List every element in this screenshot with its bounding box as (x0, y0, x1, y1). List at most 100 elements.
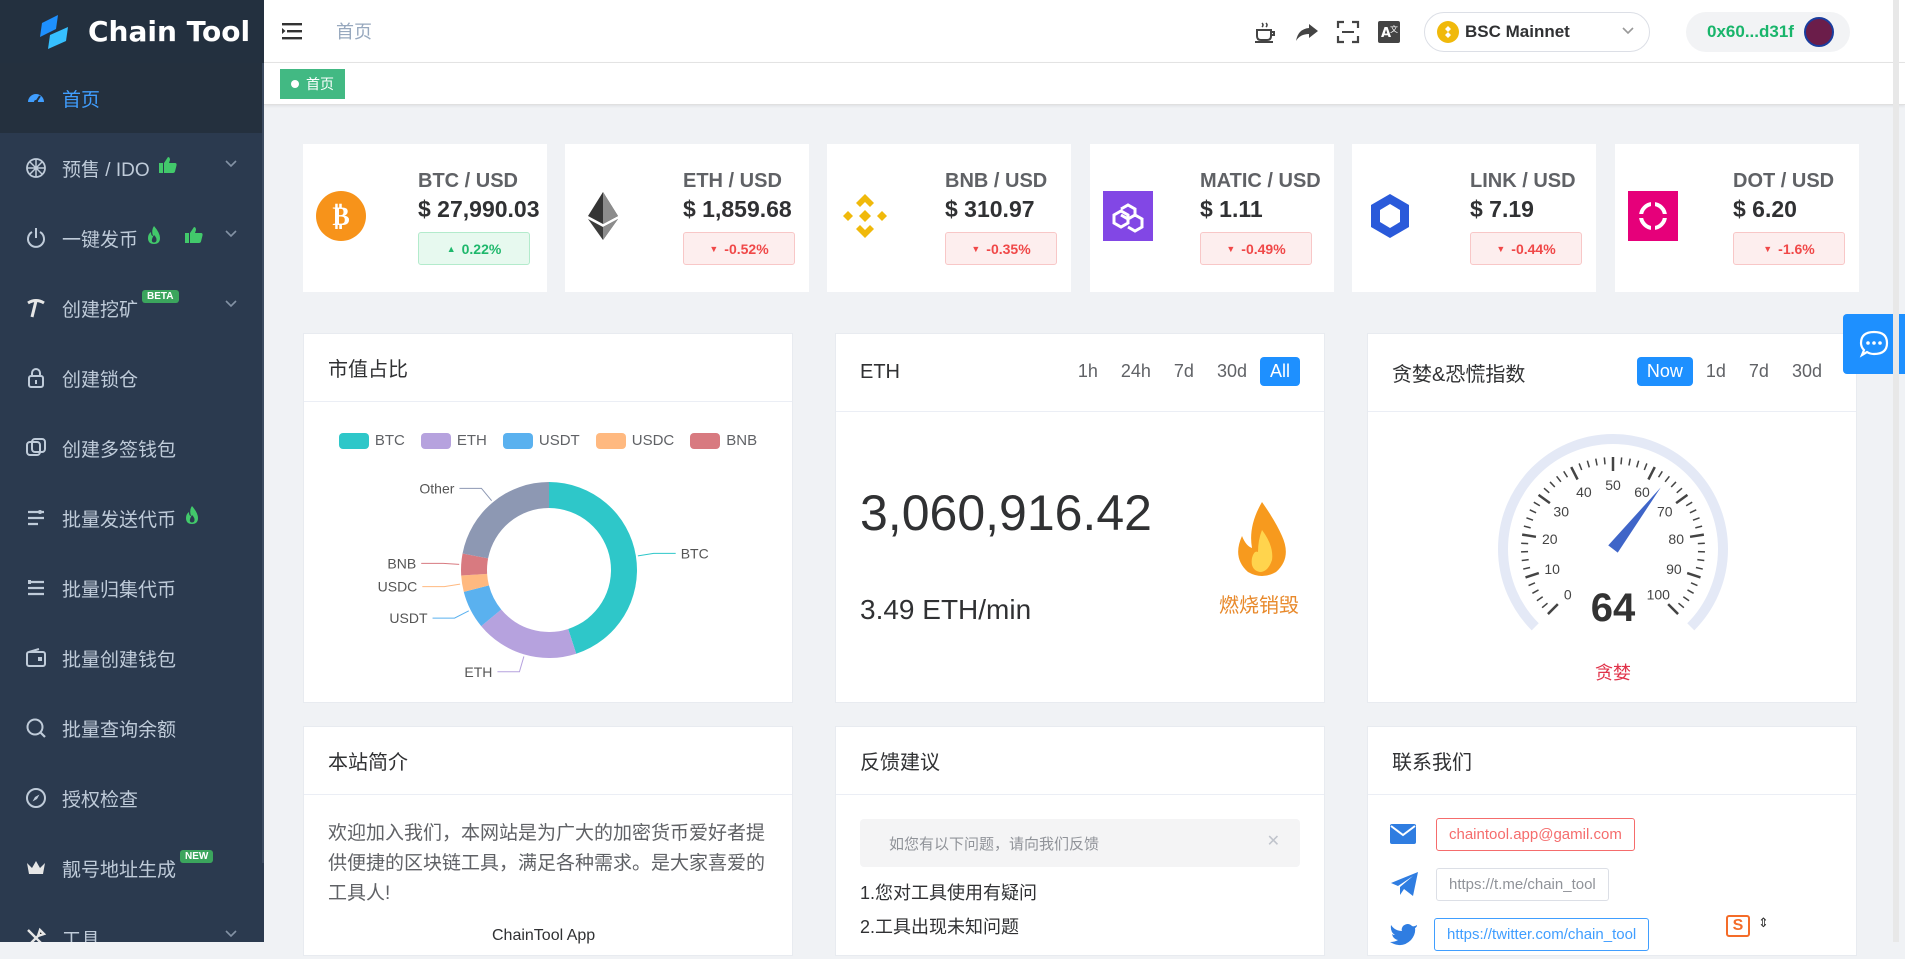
sidebar-item-1[interactable]: 预售 / IDO (0, 133, 264, 203)
burn-label: 燃烧销毁 (1219, 589, 1299, 618)
sidebar-item-label: 批量创建钱包 (62, 645, 176, 672)
legend-item[interactable]: ETH (421, 432, 487, 449)
chevron-down-icon (224, 159, 238, 169)
slice-label: USDC (378, 579, 418, 595)
legend-item[interactable]: BNB (690, 432, 757, 449)
contact-panel: 联系我们 chaintool.app@gamil.com https://t.m… (1367, 726, 1857, 956)
legend-label: BNB (726, 432, 757, 449)
wallet-button[interactable]: 0x60...d31f (1686, 12, 1850, 52)
price-card: MATIC / USD$ 1.11▼-0.49% (1090, 144, 1334, 292)
slice-label: BNB (387, 555, 416, 571)
price-value: $ 310.97 (945, 196, 1035, 223)
polygon-icon (1102, 190, 1154, 242)
gauge-tick (1571, 467, 1577, 479)
label-line (421, 563, 459, 564)
sidebar-item-8[interactable]: 批量创建钱包 (0, 623, 264, 693)
gauge-tick (1550, 482, 1555, 487)
price-change-value: -0.52% (724, 241, 768, 257)
triangle-down-icon: ▼ (971, 244, 980, 254)
sidebar-item-3[interactable]: 创建挖矿BETA (0, 273, 264, 343)
triangle-down-icon: ▼ (1496, 244, 1505, 254)
sidebar-item-0[interactable]: 首页 (0, 63, 264, 133)
price-pair: BTC / USD (418, 170, 518, 193)
translate-icon[interactable]: A文 (1375, 18, 1403, 46)
gauge-tick (1687, 573, 1700, 577)
telegram-link[interactable]: https://t.me/chain_tool (1436, 868, 1609, 901)
price-value: $ 7.19 (1470, 196, 1534, 223)
legend-swatch (596, 433, 626, 449)
sidebar-item-12[interactable]: 工具 (0, 903, 264, 942)
compass-icon (24, 786, 48, 810)
gauge-tick (1530, 510, 1536, 513)
coffee-icon[interactable] (1252, 18, 1280, 46)
legend-swatch (503, 433, 533, 449)
sidebar-item-11[interactable]: 靓号地址生成NEW (0, 833, 264, 903)
pie-slice-btc[interactable] (549, 482, 637, 654)
price-card: LINK / USD$ 7.19▼-0.44% (1352, 144, 1596, 292)
gauge-tick (1629, 459, 1630, 466)
range-option-1d[interactable]: 1d (1696, 357, 1736, 386)
tag-home[interactable]: 首页 (280, 69, 345, 99)
range-option-24h[interactable]: 24h (1111, 357, 1161, 386)
label-line (638, 553, 676, 556)
sidebar-item-label: 预售 / IDO (62, 155, 150, 182)
gauge-tick-label: 30 (1553, 503, 1569, 519)
fullscreen-icon[interactable] (1334, 18, 1362, 46)
sidebar-item-10[interactable]: 授权检查 (0, 763, 264, 833)
close-icon[interactable]: ✕ (1267, 831, 1280, 851)
share-icon[interactable] (1293, 18, 1321, 46)
bitcoin-icon: ₿ (315, 190, 367, 242)
legend-item[interactable]: USDC (596, 432, 675, 449)
feedback-item: 1.您对工具使用有疑问 (860, 879, 1300, 905)
page-scrollbar[interactable] (1893, 0, 1899, 942)
range-option-now[interactable]: Now (1637, 357, 1693, 386)
sidebar-item-2[interactable]: 一键发币 (0, 203, 264, 273)
fear-greed-panel: 贪婪&恐慌指数 Now1d7d30d 010203040506070809010… (1367, 333, 1857, 703)
gauge-tick (1544, 488, 1549, 493)
legend-item[interactable]: USDT (503, 432, 580, 449)
slice-label: USDT (389, 610, 428, 626)
range-option-30d[interactable]: 30d (1207, 357, 1257, 386)
range-option-all[interactable]: All (1260, 357, 1300, 386)
slice-label: Other (419, 480, 454, 496)
batch-send-icon (24, 506, 48, 530)
legend-swatch (339, 433, 369, 449)
pie-slice-other[interactable] (463, 482, 549, 558)
breadcrumb[interactable]: 首页 (336, 18, 372, 44)
gauge-tick (1686, 502, 1692, 506)
panel-title: 反馈建议 (836, 727, 1324, 795)
sidebar-item-label: 工具 (62, 925, 100, 943)
sidebar-item-label: 批量查询余额 (62, 715, 176, 742)
logo[interactable]: Chain Tool (0, 0, 264, 63)
sidebar-item-7[interactable]: 批量归集代币 (0, 553, 264, 623)
sidebar-item-5[interactable]: 创建多签钱包 (0, 413, 264, 483)
sidebar-item-9[interactable]: 批量查询余额 (0, 693, 264, 763)
feedback-item: 2.工具出现未知问题 (860, 913, 1300, 939)
legend-swatch (421, 433, 451, 449)
range-option-7d[interactable]: 7d (1739, 357, 1779, 386)
sidebar-item-label: 首页 (62, 85, 100, 112)
network-select[interactable]: BSC Mainnet (1424, 12, 1650, 52)
email-link[interactable]: chaintool.app@gamil.com (1436, 818, 1635, 851)
sort-icon[interactable]: ⇕ (1758, 915, 1769, 931)
svg-text:文: 文 (1390, 24, 1398, 34)
twitter-link[interactable]: https://twitter.com/chain_tool (1434, 918, 1649, 951)
gauge-tick-label: 80 (1668, 531, 1684, 547)
chat-icon (1859, 330, 1889, 358)
gauge-tick-label: 40 (1576, 484, 1592, 500)
csdn-widget-icon[interactable]: S (1726, 915, 1750, 937)
gauge-tick (1665, 476, 1669, 482)
range-option-30d[interactable]: 30d (1782, 357, 1832, 386)
pie-slice-eth[interactable] (481, 610, 576, 658)
feedback-panel: 反馈建议 如您有以下问题，请向我们反馈 ✕ 1.您对工具使用有疑问 2.工具出现… (835, 726, 1325, 956)
sidebar-item-4[interactable]: 创建锁仓 (0, 343, 264, 413)
range-option-7d[interactable]: 7d (1164, 357, 1204, 386)
legend-item[interactable]: BTC (339, 432, 405, 449)
price-value: $ 1,859.68 (683, 196, 792, 223)
sidebar-item-6[interactable]: 批量发送代币 (0, 483, 264, 553)
navbar: 首页 A文 BSC Mainnet 0x60...d31f (264, 0, 1905, 63)
hamburger-menu-icon[interactable] (282, 21, 304, 41)
gauge-tick (1522, 560, 1529, 561)
range-option-1h[interactable]: 1h (1068, 357, 1108, 386)
gauge-tick (1523, 568, 1530, 570)
